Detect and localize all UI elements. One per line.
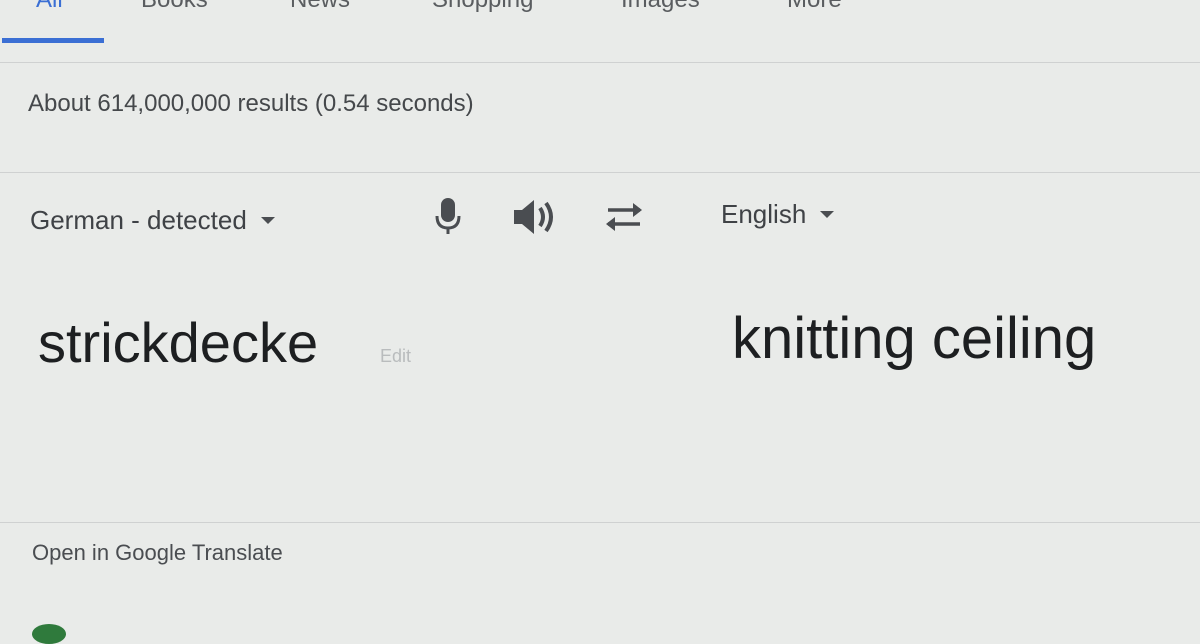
source-text[interactable]: strickdecke [38,310,318,375]
tab-all[interactable]: All [36,0,63,14]
caret-down-icon [260,217,275,224]
source-language-select[interactable]: German - detected [30,205,275,236]
tab-images[interactable]: Images [621,0,700,14]
tab-news[interactable]: News [290,0,350,14]
tab-books[interactable]: Books [141,0,208,14]
translator-bottom-divider [0,522,1200,523]
target-language-label: English [721,199,807,229]
source-language-label: German - detected [30,205,247,235]
caret-down-icon [820,211,835,218]
search-tabs: All Books News Shopping Images More [0,0,1200,58]
target-language-select[interactable]: English [721,199,835,230]
swap-languages-button[interactable] [600,198,648,239]
open-in-google-translate-link[interactable]: Open in Google Translate [32,540,283,566]
edit-link[interactable]: Edit [380,346,411,367]
swap-icon [606,203,642,231]
microphone-button[interactable] [432,196,464,243]
speaker-icon [514,200,553,234]
partial-result-icon [32,624,66,644]
translator-top-divider [0,172,1200,173]
tab-shopping[interactable]: Shopping [432,0,533,14]
translated-text: knitting ceiling [732,306,1097,371]
tabs-divider [0,62,1200,63]
active-tab-indicator [2,38,104,43]
tab-more[interactable]: More [787,0,842,14]
listen-button[interactable] [512,198,560,241]
microphone-icon [435,198,461,234]
results-stats: About 614,000,000 results (0.54 seconds) [28,90,474,117]
